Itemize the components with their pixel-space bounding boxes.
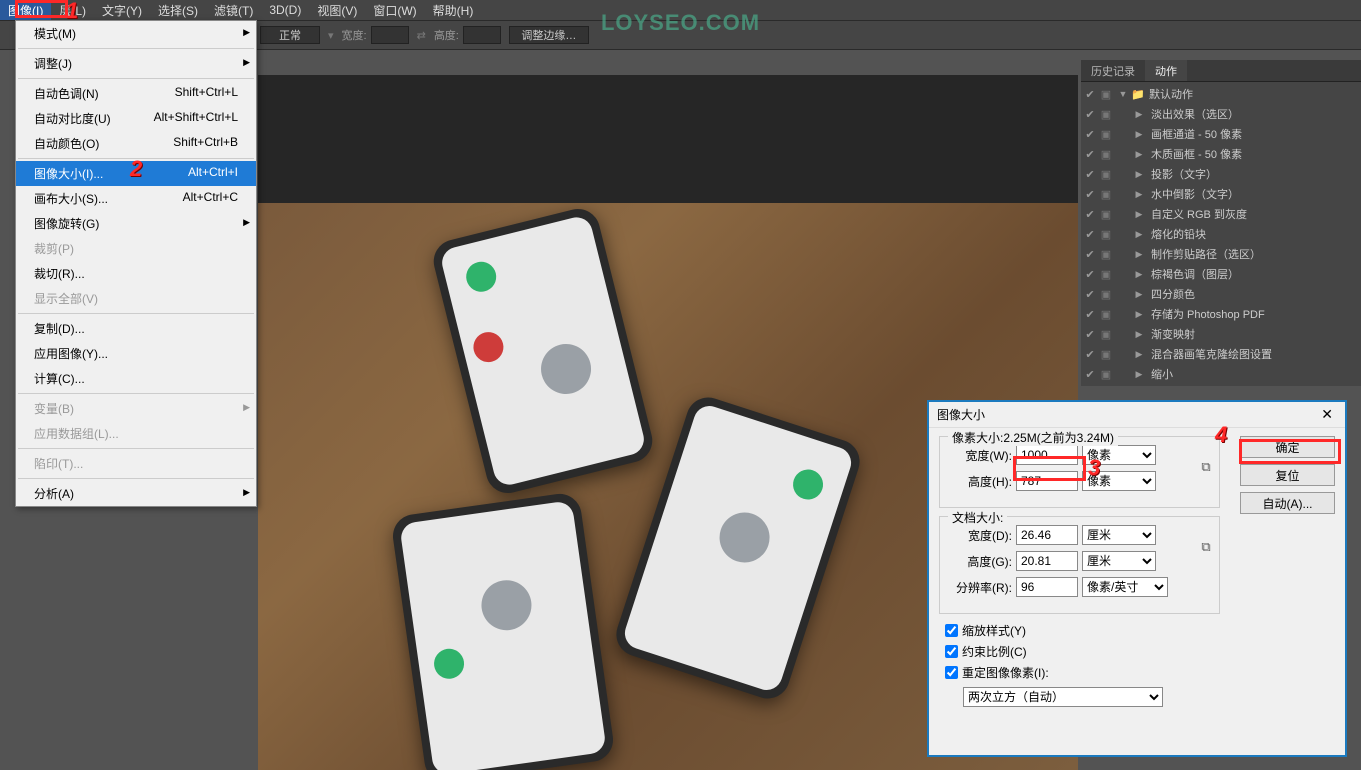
actions-folder[interactable]: 默认动作 [1145,86,1193,102]
annotation-marker-2: 2 [130,156,142,182]
resample-method-select[interactable]: 两次立方（自动） [963,687,1163,707]
action-row[interactable]: ✔▣▶缩小 [1081,364,1361,384]
menu-item: 裁剪(P) [16,236,256,261]
menu-item[interactable]: 模式(M) [16,21,256,46]
action-row[interactable]: ✔▣▶存储为 Photoshop PDF [1081,304,1361,324]
scale-styles-check[interactable]: 缩放样式(Y) [945,622,1220,639]
dialog-title: 图像大小 [937,406,985,423]
image-size-dialog: 图像大小 ✕ 像素大小:2.25M(之前为3.24M) 宽度(W): 像素 ⧉ … [927,400,1347,757]
px-width-input[interactable] [1016,445,1078,465]
panel-tabs: 历史记录 动作 [1081,60,1361,82]
action-row[interactable]: ✔▣▶木质画框 - 50 像素 [1081,144,1361,164]
doc-width-input[interactable] [1016,525,1078,545]
dialog-close-button[interactable]: ✕ [1317,406,1337,423]
dialog-titlebar: 图像大小 ✕ [929,402,1345,428]
opt-height-input[interactable] [463,26,501,44]
opt-width-input[interactable] [371,26,409,44]
menu-item: 变量(B) [16,396,256,421]
action-row[interactable]: ✔▣▶水中倒影（文字） [1081,184,1361,204]
doc-res-input[interactable] [1016,577,1078,597]
refine-edge-button[interactable]: 调整边缘… [509,26,589,44]
action-row[interactable]: ✔▣▶熔化的铅块 [1081,224,1361,244]
annotation-marker-3: 3 [1088,455,1100,481]
px-height-label: 高度(H): [950,473,1012,490]
action-row[interactable]: ✔▣▶制作剪贴路径（选区） [1081,244,1361,264]
menu-item[interactable]: 画布大小(S)...Alt+Ctrl+C [16,186,256,211]
menu-item[interactable]: 图像旋转(G) [16,211,256,236]
link-icon[interactable]: ⧉ [1197,539,1215,555]
menu-item[interactable]: 自动色调(N)Shift+Ctrl+L [16,81,256,106]
px-width-label: 宽度(W): [950,447,1012,464]
menu-select[interactable]: 选择(S) [150,0,206,21]
document-size-group: 文档大小: 宽度(D): 厘米 ⧉ 高度(G): 厘米 分辨率(R): 像素/英… [939,516,1220,614]
menu-help[interactable]: 帮助(H) [425,0,482,21]
menu-item[interactable]: 复制(D)... [16,316,256,341]
menu-item: 陷印(T)... [16,451,256,476]
annotation-marker-1: 1 [66,0,78,24]
action-row[interactable]: ✔▣▶画框通道 - 50 像素 [1081,124,1361,144]
pixel-dimensions-legend: 像素大小:2.25M(之前为3.24M) [948,429,1118,446]
action-row[interactable]: ✔▣▶投影（文字） [1081,164,1361,184]
doc-width-label: 宽度(D): [950,527,1012,544]
annotation-marker-4: 4 [1215,422,1227,448]
menu-3d[interactable]: 3D(D) [261,1,309,19]
tab-actions[interactable]: 动作 [1145,60,1187,81]
menu-item[interactable]: 裁切(R)... [16,261,256,286]
doc-res-unit[interactable]: 像素/英寸 [1082,577,1168,597]
action-row[interactable]: ✔▣▶自定义 RGB 到灰度 [1081,204,1361,224]
menu-item[interactable]: 计算(C)... [16,366,256,391]
pixel-dimensions-group: 像素大小:2.25M(之前为3.24M) 宽度(W): 像素 ⧉ 高度(H): … [939,436,1220,508]
document-size-legend: 文档大小: [948,509,1007,526]
watermark-text: LOYSEO.COM [601,10,760,36]
image-menu-dropdown: 模式(M) 调整(J) 自动色调(N)Shift+Ctrl+L自动对比度(U)Alt… [15,20,257,507]
link-icon[interactable]: ⧉ [1197,459,1215,475]
action-row[interactable]: ✔▣▶渐变映射 [1081,324,1361,344]
opt-width-label: 宽度: [342,27,367,43]
menu-text[interactable]: 文字(Y) [94,0,150,21]
doc-height-input[interactable] [1016,551,1078,571]
menu-item[interactable]: 自动对比度(U)Alt+Shift+Ctrl+L [16,106,256,131]
menu-item: 显示全部(V) [16,286,256,311]
menu-image[interactable]: 图像(I) [0,0,51,21]
tab-history[interactable]: 历史记录 [1081,60,1145,81]
doc-height-unit[interactable]: 厘米 [1082,551,1156,571]
doc-width-unit[interactable]: 厘米 [1082,525,1156,545]
reset-button[interactable]: 复位 [1240,464,1335,486]
action-row[interactable]: ✔▣▶棕褐色调（图层） [1081,264,1361,284]
constrain-check[interactable]: 约束比例(C) [945,643,1220,660]
actions-panel: 历史记录 动作 ✔▣▼📁默认动作✔▣▶淡出效果（选区）✔▣▶画框通道 - 50 … [1081,60,1361,386]
menu-view[interactable]: 视图(V) [309,0,365,21]
px-height-input[interactable] [1016,471,1078,491]
ok-button[interactable]: 确定 [1240,436,1335,458]
menu-item[interactable]: 自动颜色(O)Shift+Ctrl+B [16,131,256,156]
blend-mode-select[interactable]: 正常 [260,26,320,44]
opt-height-label: 高度: [434,27,459,43]
action-row[interactable]: ✔▣▶四分颜色 [1081,284,1361,304]
action-row[interactable]: ✔▣▶淡出效果（选区） [1081,104,1361,124]
resample-check[interactable]: 重定图像像素(I): [945,664,1220,681]
doc-height-label: 高度(G): [950,553,1012,570]
menu-item[interactable]: 调整(J) [16,51,256,76]
menu-item[interactable]: 应用图像(Y)... [16,341,256,366]
doc-res-label: 分辨率(R): [950,579,1012,596]
action-row[interactable]: ✔▣▶混合器画笔克隆绘图设置 [1081,344,1361,364]
menu-item: 应用数据组(L)... [16,421,256,446]
menu-filter[interactable]: 滤镜(T) [206,0,261,21]
auto-button[interactable]: 自动(A)... [1240,492,1335,514]
menu-window[interactable]: 窗口(W) [365,0,424,21]
menu-item[interactable]: 分析(A) [16,481,256,506]
